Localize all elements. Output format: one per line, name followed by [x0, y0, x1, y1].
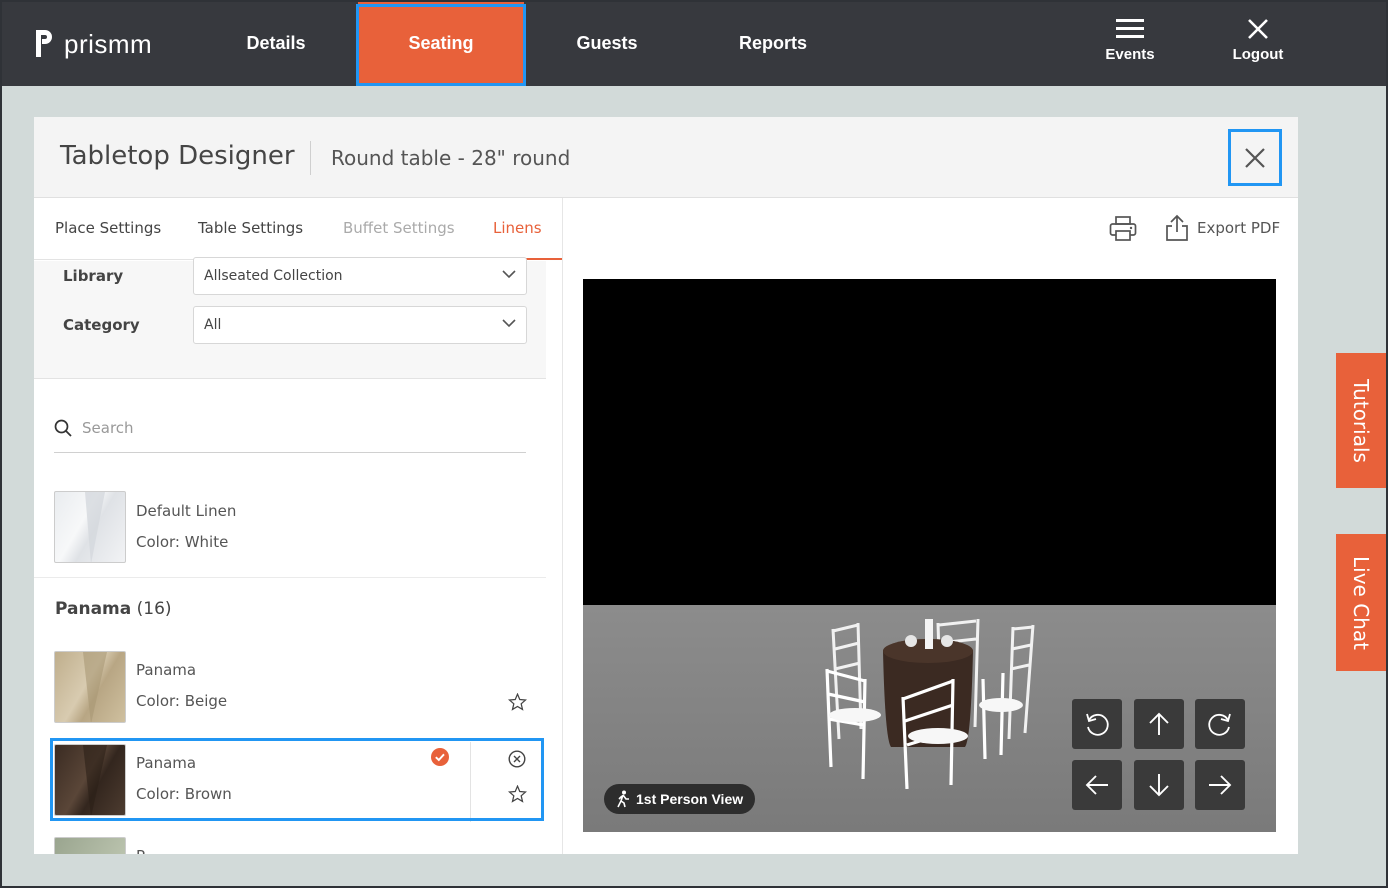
category-select[interactable]: All	[193, 306, 527, 344]
export-pdf-button[interactable]: Export PDF	[1165, 214, 1280, 242]
chevron-down-icon	[502, 319, 516, 328]
events-label: Events	[1105, 46, 1155, 63]
linen-name: Panama	[136, 661, 197, 679]
favorite-star-icon[interactable]	[508, 693, 527, 711]
tabletop-designer-modal: Tabletop Designer Round table - 28" roun…	[34, 117, 1298, 854]
linen-thumbnail	[54, 491, 126, 563]
tab-place-settings[interactable]: Place Settings	[55, 198, 161, 260]
tab-buffet-settings[interactable]: Buffet Settings	[343, 198, 455, 260]
category-label: Category	[63, 316, 140, 334]
table-scene-image	[825, 618, 1035, 789]
logo[interactable]: prismm	[34, 28, 152, 60]
logout-button[interactable]: Logout	[1213, 18, 1303, 78]
nav-seating[interactable]: Seating	[356, 0, 526, 86]
arrow-right-icon	[1209, 775, 1232, 795]
linen-fold-icon	[85, 492, 105, 562]
menu-icon	[1116, 19, 1144, 38]
first-person-view-button[interactable]: 1st Person View	[604, 784, 756, 814]
left-panel: Place Settings Table Settings Buffet Set…	[34, 198, 563, 854]
tutorials-label: Tutorials	[1349, 378, 1373, 463]
search-input[interactable]	[82, 418, 526, 437]
modal-header: Tabletop Designer Round table - 28" roun…	[34, 117, 1298, 198]
move-left-button[interactable]	[1072, 760, 1122, 810]
group-count: (16)	[136, 599, 172, 619]
linen-name: Default Linen	[136, 502, 237, 520]
selection-highlight	[50, 738, 544, 821]
modal-title: Tabletop Designer	[60, 141, 295, 171]
nav-details[interactable]: Details	[192, 0, 360, 86]
search-bar	[54, 403, 526, 453]
live-chat-label: Live Chat	[1349, 555, 1373, 650]
tab-linens[interactable]: Linens	[473, 198, 562, 260]
group-heading: Panama (16)	[55, 599, 172, 619]
export-pdf-label: Export PDF	[1197, 219, 1281, 237]
live-chat-tab[interactable]: Live Chat	[1336, 534, 1386, 671]
linen-thumbnail	[54, 837, 126, 854]
move-forward-button[interactable]	[1134, 699, 1184, 749]
list-item[interactable]: Panama Color: Beige	[34, 651, 546, 732]
rotate-right-button[interactable]	[1195, 699, 1245, 749]
rotate-left-button[interactable]	[1072, 699, 1122, 749]
library-label: Library	[63, 267, 124, 285]
linen-thumbnail	[54, 651, 126, 723]
prismm-logo-icon	[36, 30, 52, 57]
tutorials-tab[interactable]: Tutorials	[1336, 353, 1386, 488]
events-button[interactable]: Events	[1085, 18, 1175, 78]
nav-reports[interactable]: Reports	[690, 0, 856, 86]
chevron-down-icon	[502, 270, 516, 279]
arrow-up-icon	[1149, 712, 1169, 735]
top-bar: prismm Details Seating Guests Reports Ev…	[0, 0, 1388, 86]
tab-table-settings[interactable]: Table Settings	[198, 198, 303, 260]
library-select[interactable]: Allseated Collection	[193, 257, 527, 295]
list-item[interactable]: Default Linen Color: White	[34, 491, 546, 578]
rotate-cw-icon	[1208, 713, 1231, 736]
linen-name: P	[136, 847, 145, 854]
close-modal-button[interactable]	[1228, 129, 1282, 186]
arrow-left-icon	[1085, 775, 1108, 795]
modal-subtitle: Round table - 28" round	[310, 141, 570, 175]
app-name: prismm	[64, 28, 153, 59]
logout-label: Logout	[1232, 46, 1284, 63]
3d-viewport[interactable]: 1st Person View	[583, 279, 1276, 832]
share-icon	[1166, 214, 1188, 241]
arrow-down-icon	[1149, 774, 1169, 797]
move-right-button[interactable]	[1195, 760, 1245, 810]
search-icon	[54, 419, 72, 437]
filters-section: Library Allseated Collection Category Al…	[34, 257, 546, 379]
first-person-view-label: 1st Person View	[636, 791, 744, 807]
list-item[interactable]: P	[34, 837, 546, 854]
close-icon	[1245, 147, 1265, 168]
nav-guests[interactable]: Guests	[524, 0, 690, 86]
group-name: Panama	[55, 599, 132, 619]
print-button[interactable]	[1109, 216, 1137, 247]
move-backward-button[interactable]	[1134, 760, 1184, 810]
linen-color: Color: White	[136, 533, 229, 551]
library-value: Allseated Collection	[204, 268, 343, 284]
linen-color: Color: Beige	[136, 692, 228, 710]
linen-fold-icon	[83, 652, 107, 722]
close-icon	[1248, 19, 1268, 39]
settings-tabs: Place Settings Table Settings Buffet Set…	[34, 198, 562, 260]
category-value: All	[204, 317, 222, 333]
walking-person-icon	[617, 790, 629, 808]
printer-icon	[1109, 216, 1137, 241]
right-panel: Export PDF 1st Person View	[563, 198, 1298, 854]
rotate-ccw-icon	[1086, 713, 1109, 736]
